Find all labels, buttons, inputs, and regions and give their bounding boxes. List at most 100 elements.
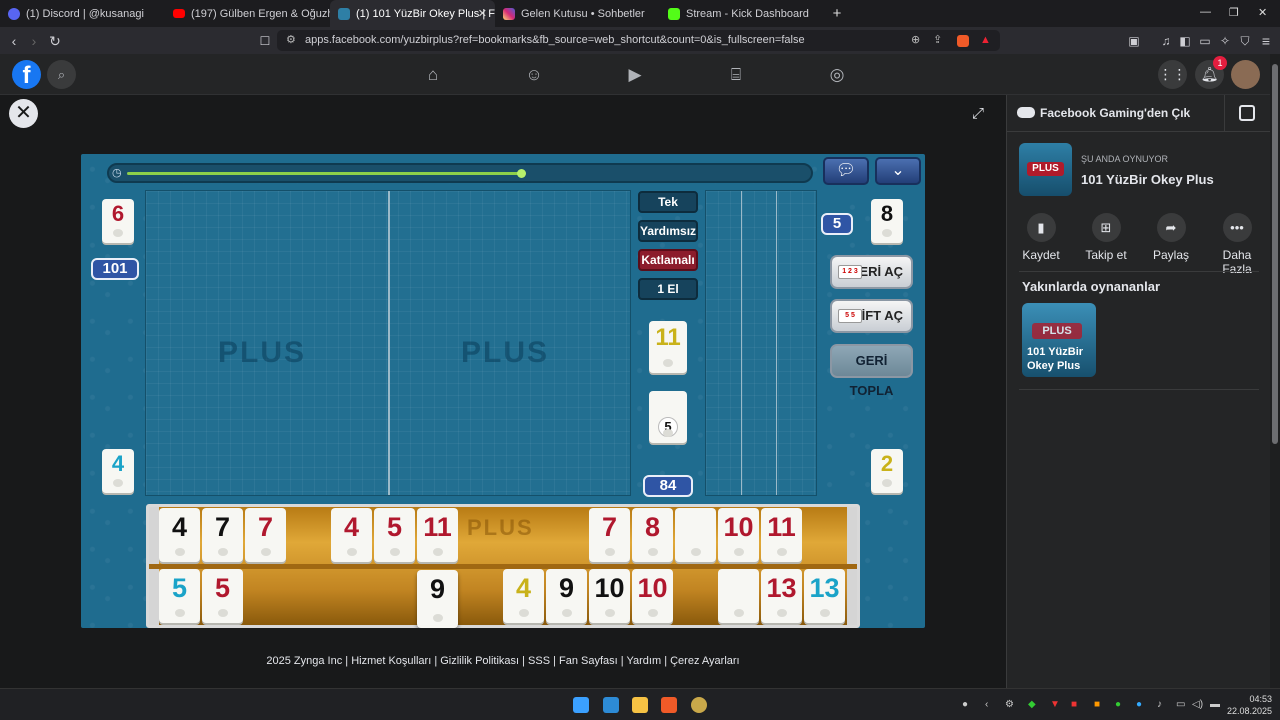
volume-icon[interactable]: ◁) [1192,699,1203,710]
share-icon[interactable]: ⇪ [933,35,942,46]
tray-app-icon[interactable]: ■ [1094,699,1100,710]
rack-tile[interactable]: 4 [159,508,200,562]
tray-app-icon[interactable]: ⚙ [1005,699,1014,710]
tray-app-icon[interactable]: ■ [1071,699,1077,710]
network-icon[interactable]: ▭ [1176,699,1185,710]
rack-tile[interactable]: 8 [632,508,673,562]
media-icon[interactable]: ♫ [1156,31,1176,51]
zoom-icon[interactable]: ⊕ [911,35,920,46]
close-tab-icon[interactable]: ✕ [478,7,487,20]
exit-gaming-link[interactable]: Facebook Gaming'den Çık [1040,106,1190,120]
bookmark-icon[interactable]: ☐ [255,31,275,51]
microphone-icon[interactable]: ♪ [1157,699,1162,710]
save-button[interactable]: ▮ Kaydet [1011,213,1071,262]
file-explorer-icon[interactable] [632,697,648,713]
joker-tile[interactable] [675,508,716,562]
draw-pile[interactable]: 5 [649,391,687,443]
rack-tile[interactable]: 5 [159,569,200,623]
rack-tile[interactable]: 7 [589,508,630,562]
close-game-button[interactable]: ✕ [9,99,38,128]
tab-discord[interactable]: (1) Discord | @kusanagi [0,0,165,27]
collect-back-button[interactable]: GERİ TOPLA [830,344,913,398]
brave-browser-icon[interactable] [661,697,677,713]
rack-tile[interactable]: 5 [374,508,415,562]
follow-button[interactable]: ⊞ Takip et [1076,213,1136,262]
rack-tile[interactable]: 4 [331,508,372,562]
rack-tile[interactable]: 10 [589,569,630,623]
sidebar-icon[interactable]: ◧ [1175,31,1195,51]
search-button[interactable]: ⌕ [47,60,76,89]
home-icon[interactable]: ⌂ [422,64,444,86]
tray-app-icon[interactable]: ● [962,699,968,710]
rack-tile[interactable]: 13 [804,569,845,623]
collapse-panel-icon[interactable] [1239,105,1255,121]
marketplace-icon[interactable]: ⌸ [725,64,747,86]
joker-tile[interactable] [718,569,759,623]
tab-kick[interactable]: Stream - Kick Dashboard [660,0,825,27]
address-bar[interactable]: ⚙ apps.facebook.com/yuzbirplus?ref=bookm… [277,30,1000,51]
tray-app-icon[interactable]: ● [1136,699,1142,710]
avatar[interactable] [1231,60,1260,89]
rack-tile[interactable]: 13 [761,569,802,623]
tab-youtube[interactable]: (197) Gülben Ergen & Oğuzhan K [165,0,330,27]
tab-facebook-game[interactable]: (1) 101 YüzBir Okey Plus | Facebo✕ [330,0,495,27]
footer-links[interactable]: 2025 Zynga Inc | Hizmet Koşulları | Gizl… [0,655,1006,667]
opened-sets-board[interactable]: PLUS PLUS [145,190,631,496]
dropdown-button[interactable]: ⌄ [875,157,921,185]
share-button[interactable]: ➦ Paylaş [1141,213,1201,262]
video-icon[interactable]: ▶ [624,64,646,86]
open-pairs-button[interactable]: 5 5 ÇİFT AÇ [830,299,913,333]
okey-game-canvas[interactable]: ◷ 💬︎ ⌄ PLUS PLUS 6 4 8 2 101 5 Tek Yardı… [81,154,925,628]
more-button[interactable]: ••• Daha Fazla [1207,213,1267,276]
chat-button[interactable]: 💬︎ [823,157,869,185]
facebook-logo[interactable]: f [12,60,41,89]
menu-grid-button[interactable]: ⋮⋮ [1158,60,1187,89]
tray-app-icon[interactable]: ◆ [1028,699,1036,710]
rack-tile[interactable]: 9 [546,569,587,623]
tray-app-icon[interactable]: ▼ [1050,699,1060,710]
opponent-discard-tile[interactable]: 2 [871,449,903,493]
groups-icon[interactable]: ◎ [826,64,848,86]
brave-shields-icon[interactable] [957,35,969,47]
photos-icon[interactable] [603,697,619,713]
minimize-icon[interactable]: — [1200,6,1211,18]
tray-chevron-icon[interactable]: ‹ [985,699,988,710]
window-close-icon[interactable]: ✕ [1258,6,1267,19]
browser-menu-icon[interactable]: ≡ [1256,31,1276,51]
new-tab-button[interactable]: + [825,5,849,22]
rack-tile[interactable]: 11 [417,508,458,562]
site-settings-icon[interactable]: ⚙ [286,35,296,46]
rack-tile[interactable]: 7 [202,508,243,562]
scroll-thumb[interactable] [1272,64,1278,444]
forward-icon[interactable]: › [24,31,44,51]
game-thumbnail[interactable]: PLUS [1019,143,1072,196]
tray-app-icon[interactable]: ● [1115,699,1121,710]
rack-tile[interactable]: 11 [761,508,802,562]
rack-tile[interactable]: 9 [417,570,458,628]
rack-tile[interactable]: 10 [632,569,673,623]
opponent-discard-tile[interactable]: 4 [102,449,134,493]
battery-icon[interactable]: ▬ [1210,699,1220,710]
rack-tile[interactable]: 7 [245,508,286,562]
tab-instagram[interactable]: Gelen Kutusu • Sohbetler [495,0,660,27]
recent-game-card[interactable]: PLUS 101 YüzBir Okey Plus [1022,303,1096,377]
windows-start-icon[interactable] [573,697,589,713]
side-board[interactable] [705,190,817,496]
restore-icon[interactable]: ❐ [1229,6,1239,19]
opponent-discard-tile[interactable]: 8 [871,199,903,243]
fullscreen-icon[interactable]: ⤢ [972,105,984,122]
vpn-icon[interactable]: ⛉ [1235,31,1255,51]
open-series-button[interactable]: 1 2 3 SERİ AÇ [830,255,913,289]
rack-tile[interactable]: 10 [718,508,759,562]
reader-icon[interactable]: ▣ [1124,31,1144,51]
leo-ai-icon[interactable]: ✧ [1215,31,1235,51]
reload-icon[interactable]: ↻ [45,31,65,51]
wallet-icon[interactable]: ▭ [1195,31,1215,51]
back-icon[interactable]: ‹ [4,31,24,51]
page-scrollbar[interactable] [1270,54,1280,688]
rack-tile[interactable]: 4 [503,569,544,623]
league-client-icon[interactable] [691,697,707,713]
friends-icon[interactable]: ☺ [523,64,545,86]
brave-rewards-icon[interactable]: ▲ [980,35,991,46]
player-rack[interactable]: PLUS 4 7 7 4 5 11 7 8 10 11 5 5 9 4 9 10 10 13 13 [146,504,860,628]
